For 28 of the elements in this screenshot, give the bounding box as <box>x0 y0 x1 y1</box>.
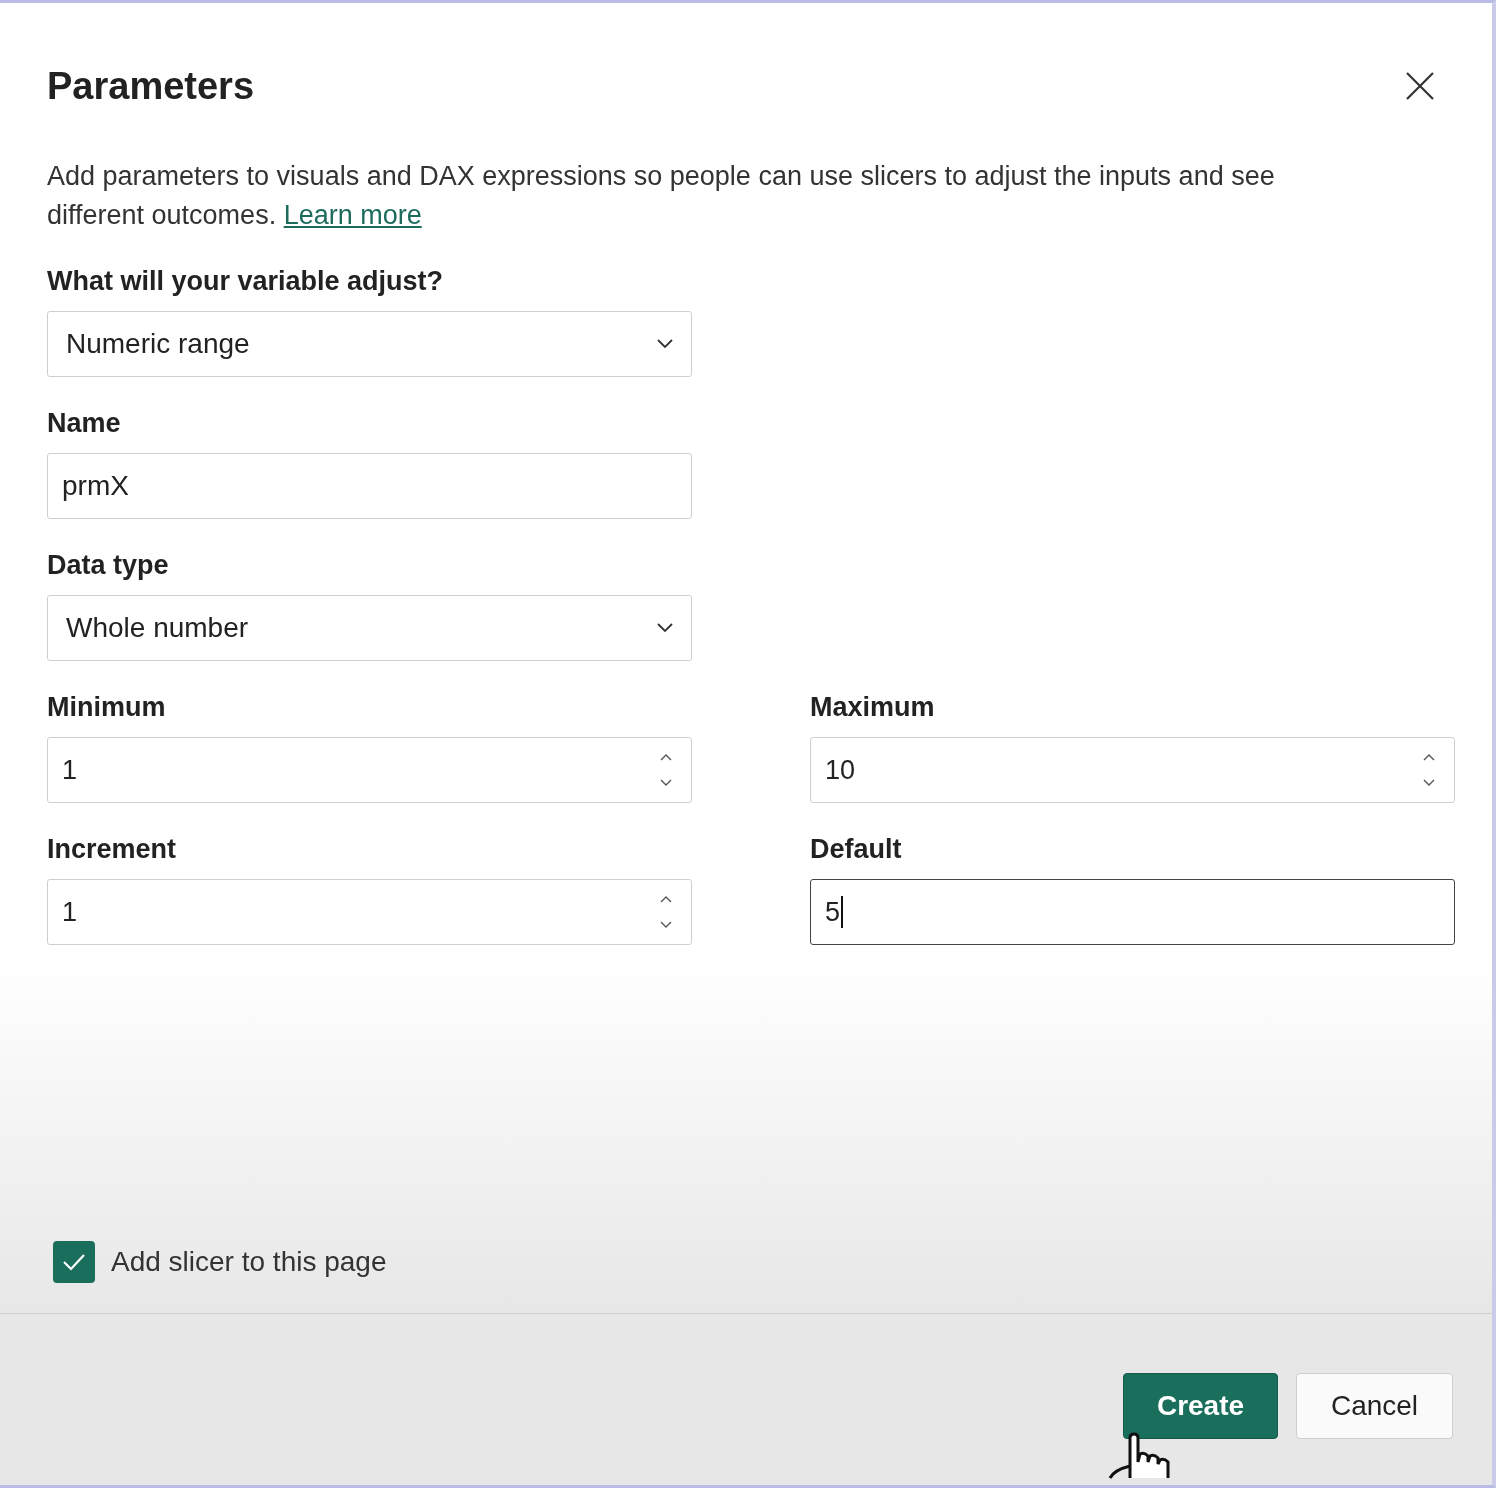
description-text: Add parameters to visuals and DAX expressions so people can use slicers to adjust the inputs and see different outcomes. Learn more <box>47 160 1276 232</box>
close-icon[interactable] <box>1405 71 1435 101</box>
field-label: Maximum <box>810 691 936 724</box>
checkbox-label: Add slicer to this page <box>111 1246 387 1278</box>
cancel-button[interactable]: Cancel <box>1296 1373 1453 1439</box>
checkbox[interactable] <box>53 1241 95 1283</box>
field-label: Name <box>47 407 122 440</box>
input-field[interactable]: 5 <box>810 879 1455 945</box>
field-label: Minimum <box>47 691 167 724</box>
chevron-down-icon <box>657 623 673 633</box>
spinner-arrows-icon[interactable] <box>659 753 673 787</box>
spinner-arrows-icon[interactable] <box>1422 753 1436 787</box>
checkmark-icon <box>61 1252 87 1272</box>
field-label: What will your variable adjust? <box>47 265 445 298</box>
field-label: Default <box>810 833 903 866</box>
dialog-title: Parameters <box>47 64 255 108</box>
field-label: Increment <box>47 833 178 866</box>
number-input-field[interactable]: 10 <box>810 737 1455 803</box>
learn-more-link[interactable]: Learn more <box>283 200 422 230</box>
dropdown-field[interactable]: Numeric range <box>47 311 692 377</box>
chevron-down-icon <box>657 339 673 349</box>
spinner-arrows-icon[interactable] <box>659 895 673 929</box>
input-field[interactable]: prmX <box>47 453 692 519</box>
dropdown-field[interactable]: Whole number <box>47 595 692 661</box>
create-button[interactable]: Create <box>1123 1373 1278 1439</box>
number-input-field[interactable]: 1 <box>47 879 692 945</box>
number-input-field[interactable]: 1 <box>47 737 692 803</box>
field-label: Data type <box>47 549 170 582</box>
